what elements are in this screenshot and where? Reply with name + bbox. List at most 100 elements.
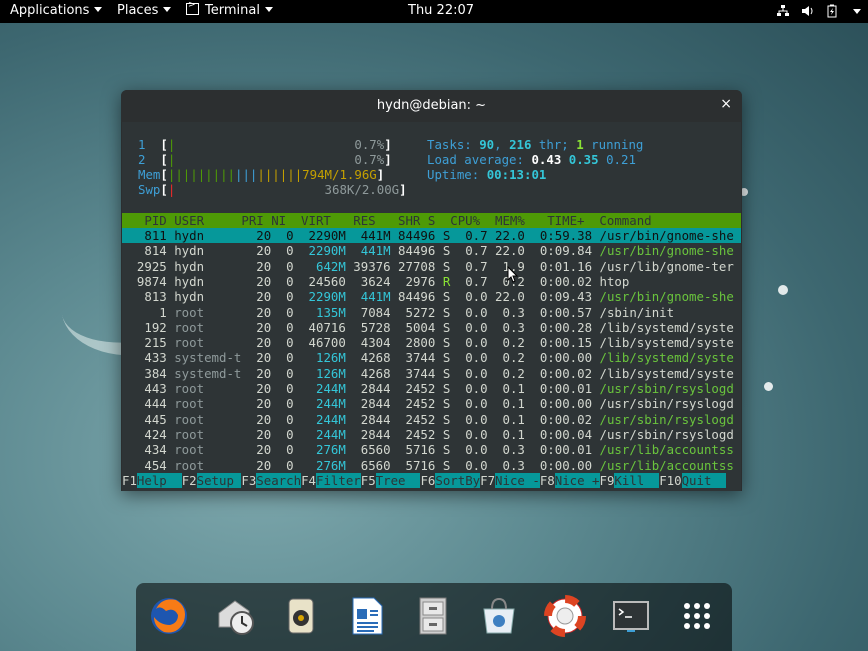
process-pri: 20 [241, 228, 272, 243]
process-pid: 443 [122, 381, 167, 396]
fkey-f10[interactable]: F10 [659, 473, 681, 488]
process-row[interactable]: 9874 hydn 20 0 24560 3624 2976 R 0.7 0.2… [122, 274, 629, 289]
process-mem: 0.3 [487, 319, 525, 335]
software-center-icon[interactable] [478, 595, 520, 637]
fkey-label[interactable]: Search [256, 473, 302, 488]
process-table-header[interactable]: PID USER PRI NI VIRT RES SHR S CPU% MEM%… [122, 213, 741, 228]
process-cpu: 0.0 [450, 442, 488, 458]
firefox-icon[interactable] [148, 595, 190, 637]
cpu1-meter: 1 [| 0.7%] [138, 137, 392, 152]
process-mem: 22.0 [487, 289, 525, 305]
libreoffice-writer-icon[interactable] [346, 595, 388, 637]
fkey-f7[interactable]: F7 [480, 473, 495, 488]
process-command: htop [592, 273, 630, 289]
process-pid: 811 [122, 228, 167, 243]
terminal-app-menu[interactable]: Terminal [186, 0, 273, 18]
process-mem: 0.1 [487, 381, 525, 396]
process-ni: 0 [271, 289, 294, 305]
swap-meter: Swp[| 368K/2.00G] [138, 182, 407, 197]
help-icon[interactable] [544, 595, 586, 637]
process-row[interactable]: 2925 hydn 20 0 642M 39376 27708 S 0.7 1.… [122, 259, 734, 274]
process-row[interactable]: 215 root 20 0 46700 4304 2800 S 0.0 0.2 … [122, 335, 733, 351]
fkey-label[interactable]: Help [136, 473, 182, 488]
power-menu-icon[interactable] [853, 9, 861, 14]
chevron-down-icon [264, 7, 273, 12]
fkey-label[interactable]: Filter [315, 473, 361, 488]
process-row[interactable]: 454 root 20 0 276M 6560 5716 S 0.0 0.3 0… [122, 457, 733, 473]
volume-icon[interactable] [801, 4, 815, 18]
fkey-f9[interactable]: F9 [600, 473, 615, 488]
process-row[interactable]: 192 root 20 0 40716 5728 5004 S 0.0 0.3 … [122, 319, 733, 335]
fkey-label[interactable]: Kill [614, 473, 660, 488]
process-cpu: 0.0 [450, 381, 488, 396]
process-row[interactable]: 434 root 20 0 276M 6560 5716 S 0.0 0.3 0… [122, 442, 733, 458]
close-icon[interactable]: × [720, 96, 732, 112]
process-row[interactable]: 443 root 20 0 244M 2844 2452 S 0.0 0.1 0… [122, 381, 733, 396]
process-user: root [166, 457, 242, 473]
fkey-label[interactable]: Nice - [495, 473, 540, 488]
process-res: 6560 [345, 442, 391, 458]
fkey-f6[interactable]: F6 [420, 473, 435, 488]
process-user: systemd-t [166, 365, 242, 381]
process-res: 441M [345, 289, 391, 305]
process-row[interactable]: 813 hydn 20 0 2290M 441M 84496 S 0.0 22.… [122, 289, 733, 305]
battery-icon[interactable] [825, 4, 839, 18]
process-row[interactable]: 424 root 20 0 244M 2844 2452 S 0.0 0.1 0… [122, 426, 733, 442]
clock[interactable]: Thu 22:07 [408, 3, 474, 18]
process-row[interactable]: 444 root 20 0 244M 2844 2452 S 0.0 0.1 0… [122, 396, 733, 411]
fkey-label[interactable]: Setup [196, 473, 242, 488]
process-pri: 20 [241, 304, 272, 320]
fkey-f5[interactable]: F5 [361, 473, 376, 488]
process-user: hydn [166, 273, 242, 289]
fkey-label[interactable]: SortBy [435, 473, 481, 488]
file-cabinet-icon[interactable] [412, 595, 454, 637]
fkey-f1[interactable]: F1 [122, 473, 137, 488]
fkey-f8[interactable]: F8 [540, 473, 555, 488]
fkey-label[interactable]: Tree [375, 473, 421, 488]
network-icon[interactable] [776, 4, 790, 18]
process-time: 0:00.01 [524, 381, 593, 396]
process-shr: 3744 [390, 365, 436, 381]
rhythmbox-icon[interactable] [280, 595, 322, 637]
process-pri: 20 [241, 258, 272, 274]
mouse-cursor-icon [507, 266, 519, 283]
terminal-small-icon [186, 0, 199, 15]
process-row[interactable]: 384 systemd-t 20 0 126M 4268 3744 S 0.0 … [122, 365, 733, 381]
process-row[interactable]: 433 systemd-t 20 0 126M 4268 3744 S 0.0 … [122, 350, 733, 366]
process-row[interactable]: 445 root 20 0 244M 2844 2452 S 0.0 0.1 0… [122, 411, 734, 427]
places-menu[interactable]: Places [117, 3, 172, 18]
applications-menu[interactable]: Applications [10, 3, 103, 18]
process-command: /sbin/init [592, 304, 675, 320]
process-cpu: 0.0 [450, 350, 488, 366]
process-row[interactable]: 814 hydn 20 0 2290M 441M 84496 S 0.7 22.… [122, 243, 733, 258]
fkey-f2[interactable]: F2 [182, 473, 197, 488]
app-grid-icon[interactable] [676, 595, 718, 637]
applications-label: Applications [10, 3, 90, 18]
fkey-label[interactable]: Nice + [554, 473, 600, 488]
process-time: 0:00.01 [524, 442, 593, 458]
fkey-label[interactable]: Quit [681, 473, 727, 488]
chevron-down-icon [163, 7, 172, 12]
window-titlebar[interactable]: hydn@debian: ~ × [121, 90, 742, 122]
process-command: /usr/sbin/rsyslogd [592, 411, 734, 427]
process-pri: 20 [241, 411, 272, 427]
process-command: /usr/lib/gnome-ter [592, 258, 734, 274]
process-shr: 2800 [390, 335, 436, 351]
process-state: S [435, 411, 451, 427]
fkey-f4[interactable]: F4 [301, 473, 316, 488]
process-ni: 0 [271, 381, 294, 396]
evolution-icon[interactable] [215, 595, 257, 637]
process-row[interactable]: 1 root 20 0 135M 7084 5272 S 0.0 0.3 0:0… [122, 305, 674, 320]
process-ni: 0 [271, 228, 294, 243]
process-pri: 20 [241, 289, 272, 305]
fkey-f3[interactable]: F3 [241, 473, 256, 488]
process-state: S [435, 289, 451, 305]
htop-terminal[interactable]: 1 [| 0.7%] 2 [| 0.7%] Mem[||||||||||||||… [122, 122, 741, 491]
process-time: 0:01.16 [524, 258, 593, 274]
process-row[interactable]: 811 hydn 20 0 2290M 441M 84496 S 0.7 22.… [122, 228, 741, 243]
process-ni: 0 [271, 426, 294, 442]
process-state: S [435, 365, 451, 381]
process-mem: 0.2 [487, 335, 525, 351]
process-cpu: 0.0 [450, 289, 488, 305]
process-pid: 384 [122, 365, 167, 381]
